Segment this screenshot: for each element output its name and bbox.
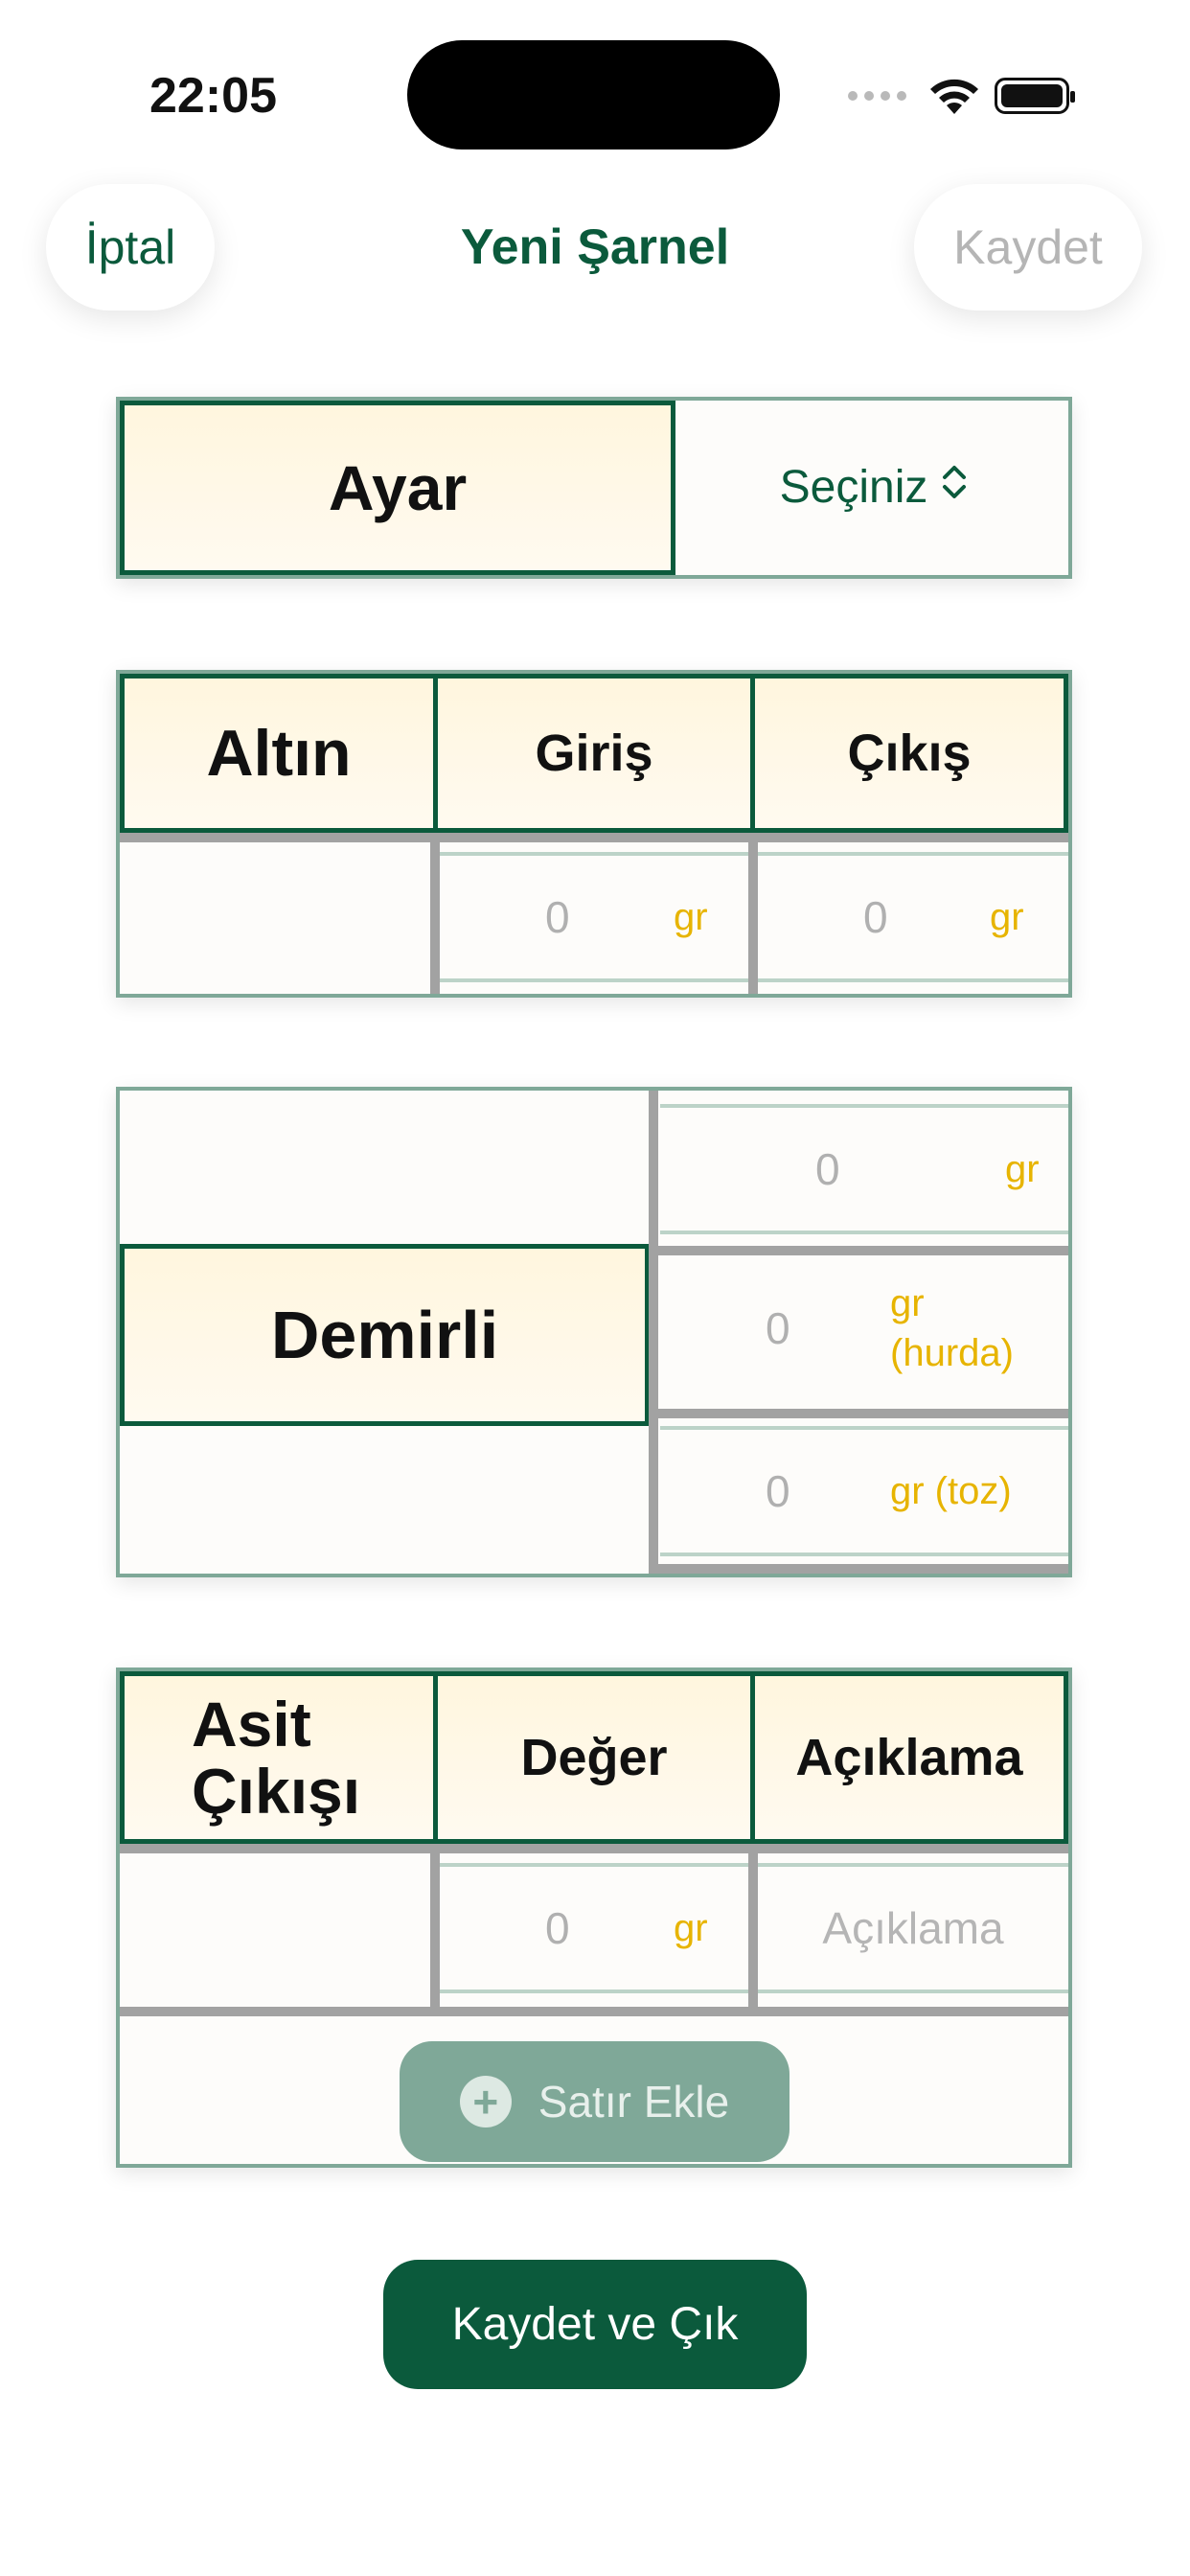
demirli-unit-3: gr (toz): [890, 1470, 1012, 1512]
divider: [430, 1844, 440, 2007]
asit-col-deger: Değer: [433, 1671, 755, 1844]
ayar-card: Ayar Seçiniz: [116, 397, 1072, 579]
altin-label: Altın: [120, 674, 438, 833]
divider: [656, 1564, 1068, 1574]
divider: [748, 833, 758, 994]
demirli-unit-1: gr: [1005, 1148, 1040, 1190]
ayar-select[interactable]: Seçiniz: [675, 401, 1072, 573]
asit-deger-value: 0: [545, 1903, 570, 1953]
save-button[interactable]: Kaydet: [914, 184, 1142, 310]
divider: [656, 1246, 1068, 1255]
status-time: 22:05: [149, 68, 277, 124]
demirli-input-hurda[interactable]: 0 gr (hurda): [660, 1257, 1068, 1399]
asit-aciklama-placeholder: Açıklama: [822, 1903, 1004, 1953]
cellular-signal-icon: [848, 91, 906, 101]
altin-col-giris: Giriş: [433, 674, 755, 833]
divider: [649, 1091, 658, 1574]
divider: [430, 833, 440, 994]
demirli-value-2: 0: [766, 1303, 790, 1353]
plus-circle-icon: +: [459, 2076, 512, 2128]
divider: [656, 1409, 1068, 1418]
divider: [120, 1844, 1068, 1853]
demirli-value-3: 0: [766, 1466, 790, 1516]
divider: [120, 833, 1068, 842]
asit-col-aciklama: Açıklama: [750, 1671, 1068, 1844]
asit-aciklama-input[interactable]: Açıklama: [758, 1863, 1068, 1993]
demirli-input-gr[interactable]: 0 gr: [660, 1104, 1068, 1234]
demirli-label: Demirli: [120, 1244, 650, 1426]
demirli-input-toz[interactable]: 0 gr (toz): [660, 1426, 1068, 1556]
demirli-value-1: 0: [815, 1144, 840, 1194]
asit-label: Asit Çıkışı: [120, 1671, 438, 1844]
altin-cikis-unit: gr: [990, 896, 1024, 938]
altin-cikis-value: 0: [863, 892, 888, 942]
asit-deger-unit: gr: [674, 1907, 708, 1949]
altin-cikis-input[interactable]: 0 gr: [758, 852, 1068, 982]
dynamic-island: [407, 40, 780, 150]
divider: [748, 1844, 758, 2007]
altin-giris-value: 0: [545, 892, 570, 942]
chevron-up-down-icon: [941, 463, 968, 511]
altin-card: Altın Giriş Çıkış 0 gr 0 gr: [116, 670, 1072, 998]
status-icons: [848, 69, 1087, 123]
divider: [120, 2007, 1068, 2016]
add-row-label: Satır Ekle: [538, 2077, 730, 2127]
save-and-exit-button[interactable]: Kaydet ve Çık: [383, 2260, 807, 2389]
battery-icon: [995, 78, 1075, 114]
ayar-label: Ayar: [120, 401, 675, 575]
altin-giris-unit: gr: [674, 896, 708, 938]
add-row-button[interactable]: + Satır Ekle: [400, 2041, 790, 2162]
altin-giris-input[interactable]: 0 gr: [440, 852, 748, 982]
altin-col-cikis: Çıkış: [750, 674, 1068, 833]
demirli-unit-2: gr (hurda): [890, 1282, 1014, 1374]
demirli-card: Demirli 0 gr 0 gr (hurda) 0 gr (toz): [116, 1087, 1072, 1577]
wifi-icon: [930, 79, 978, 114]
asit-deger-input[interactable]: 0 gr: [440, 1863, 748, 1993]
ayar-select-value: Seçiniz: [779, 461, 928, 513]
